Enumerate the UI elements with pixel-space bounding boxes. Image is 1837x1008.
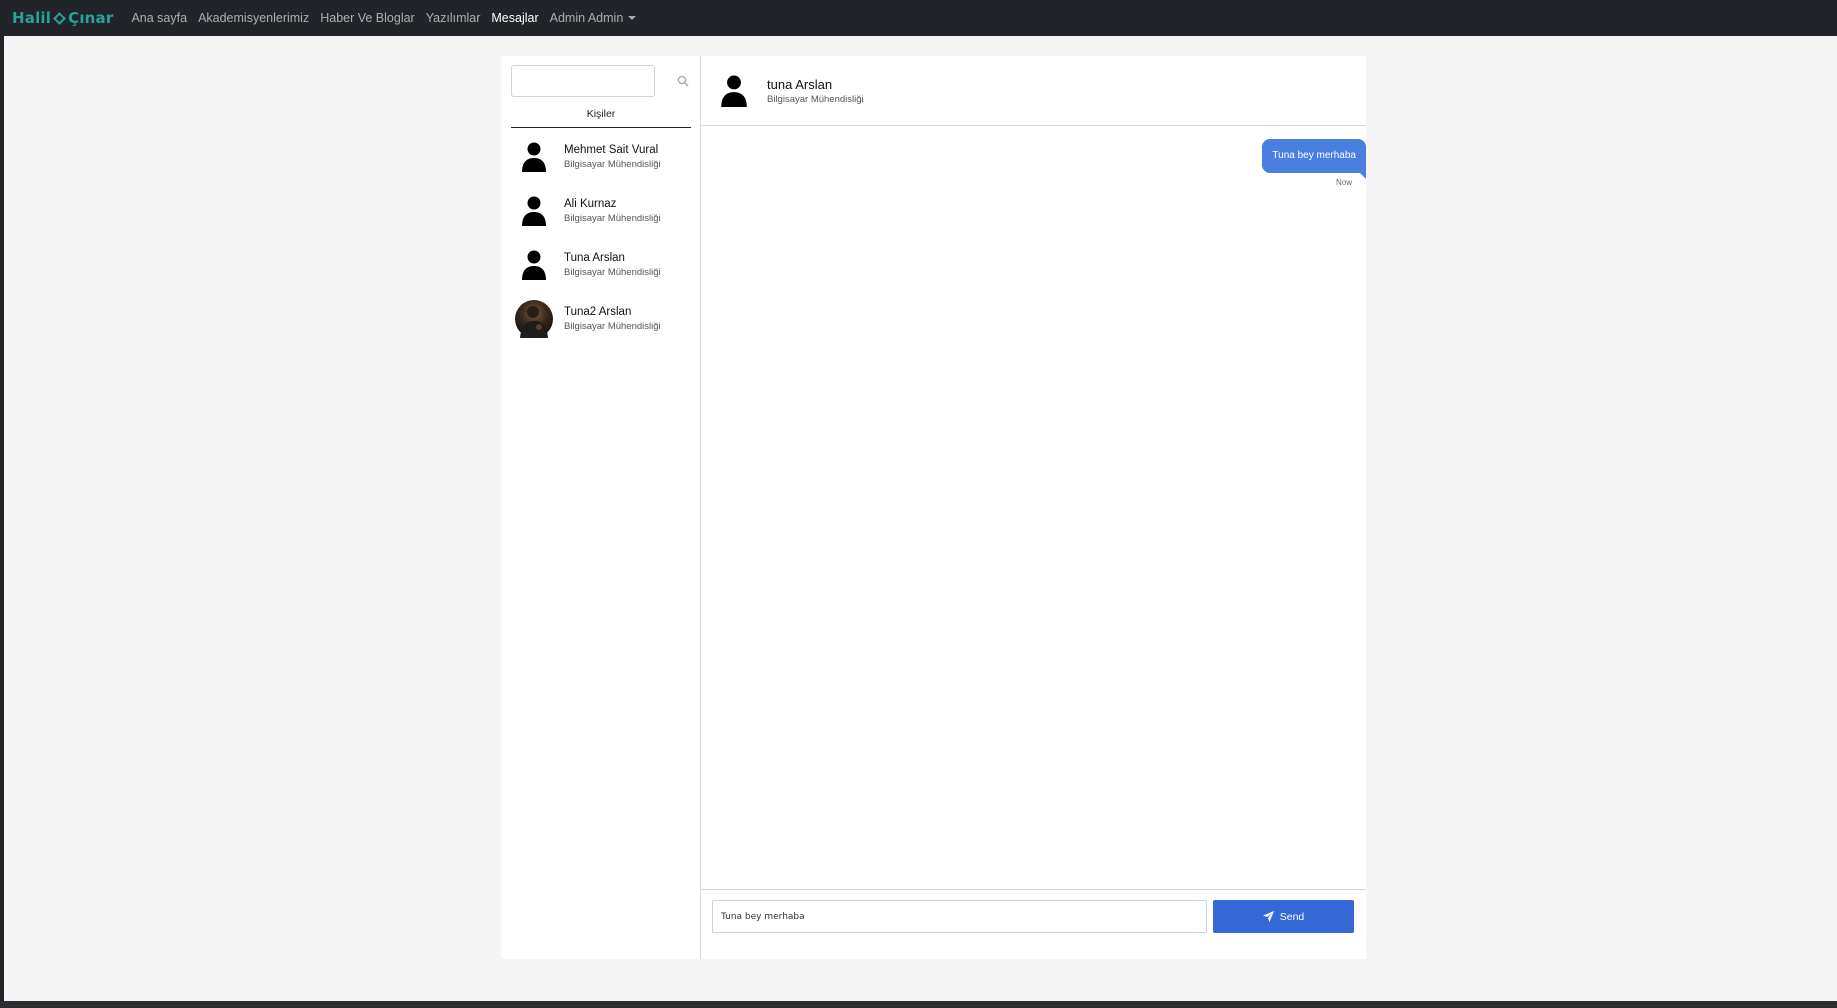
contact-info: Tuna2 Arslan Bilgisayar Mühendisliği (564, 305, 661, 333)
contact-info: Ali Kurnaz Bilgisayar Mühendisliği (564, 197, 661, 225)
nav-link-academics[interactable]: Akademisyenlerimiz (198, 11, 309, 25)
message-list[interactable]: Tuna bey merhaba Now (701, 127, 1366, 889)
search-icon[interactable] (677, 75, 689, 87)
contact-name: Ali Kurnaz (564, 198, 617, 210)
nav-link-messages[interactable]: Mesajlar (491, 11, 538, 25)
contact-name: Tuna Arslan (564, 252, 625, 264)
caret-down-icon (628, 16, 637, 20)
contact-dept: Bilgisayar Mühendisliği (564, 267, 661, 278)
search-row (511, 65, 691, 97)
contact-info: Tuna Arslan Bilgisayar Mühendisliği (564, 251, 661, 279)
message-input[interactable] (712, 900, 1207, 933)
nav-link-home[interactable]: Ana sayfa (131, 11, 187, 25)
send-button-label: Send (1279, 910, 1305, 923)
brand-logo[interactable]: Halil Çınar (12, 9, 113, 27)
person-icon (515, 138, 553, 176)
message-composer: Send (701, 889, 1366, 959)
contact-name: Mehmet Sait Vural (564, 144, 659, 156)
message-time: Now (1335, 178, 1352, 187)
search-input[interactable] (511, 65, 655, 97)
paper-plane-icon (1262, 911, 1274, 922)
sent-message-bubble: Tuna bey merhaba (1262, 139, 1366, 179)
avatar-photo (515, 300, 553, 338)
chat-container: Kişiler Mehmet Sait Vural Bilgisayar Müh… (501, 56, 1366, 959)
nav-link-software[interactable]: Yazılımlar (426, 11, 481, 25)
contact-item[interactable]: Tuna2 Arslan Bilgisayar Mühendisliği (511, 295, 691, 343)
user-menu-label: Admin Admin (549, 11, 624, 25)
top-navbar: Halil Çınar Ana sayfa Akademisyenlerimiz… (0, 0, 1837, 36)
conversation-header: tuna Arslan Bilgisayar Mühendisliği (701, 56, 1366, 126)
contact-dept: Bilgisayar Mühendisliği (564, 213, 661, 224)
contact-name: Tuna2 Arslan (564, 306, 632, 318)
diamond-icon (53, 11, 66, 25)
brand-left-text: Halil (12, 9, 52, 27)
conversation-info: tuna Arslan Bilgisayar Mühendisliği (767, 76, 864, 106)
conversation-title: tuna Arslan (767, 76, 833, 92)
contact-item[interactable]: Ali Kurnaz Bilgisayar Mühendisliği (511, 187, 691, 235)
contact-dept: Bilgisayar Mühendisliği (564, 321, 661, 332)
brand-right-text: Çınar (68, 9, 114, 27)
person-icon (719, 74, 749, 108)
conversation-subtitle: Bilgisayar Mühendisliği (767, 93, 864, 105)
person-icon (515, 246, 553, 284)
person-icon (515, 192, 553, 230)
user-menu-dropdown[interactable]: Admin Admin (550, 11, 637, 25)
nav-link-news-blogs[interactable]: Haber Ve Bloglar (320, 11, 415, 25)
taskbar-strip (0, 1001, 1837, 1008)
contact-item[interactable]: Tuna Arslan Bilgisayar Mühendisliği (511, 241, 691, 289)
contacts-sidebar: Kişiler Mehmet Sait Vural Bilgisayar Müh… (501, 56, 701, 959)
contact-item[interactable]: Mehmet Sait Vural Bilgisayar Mühendisliğ… (511, 133, 691, 181)
send-button[interactable]: Send (1213, 900, 1354, 933)
contact-info: Mehmet Sait Vural Bilgisayar Mühendisliğ… (564, 143, 661, 171)
contacts-header: Kişiler (511, 108, 691, 128)
contact-dept: Bilgisayar Mühendisliği (564, 159, 661, 170)
conversation-panel: tuna Arslan Bilgisayar Mühendisliği Tuna… (701, 56, 1366, 959)
